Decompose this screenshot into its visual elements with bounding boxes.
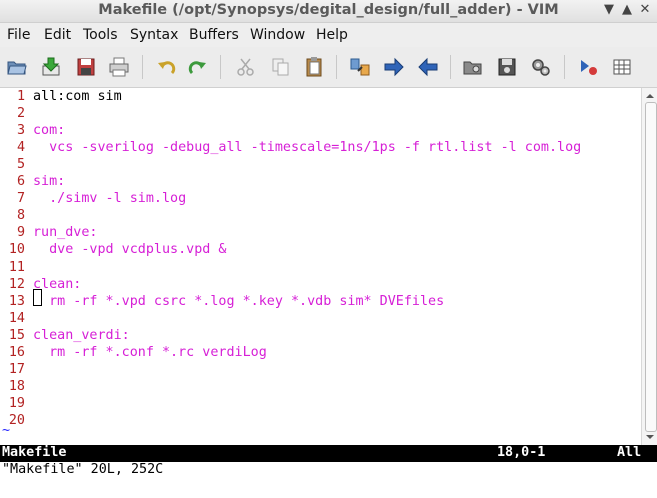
line-number: 2: [16, 106, 25, 122]
line-number: 12: [8, 276, 25, 292]
save-icon[interactable]: [75, 56, 97, 78]
save-download-icon[interactable]: [40, 56, 62, 78]
run-script-icon[interactable]: [577, 56, 599, 78]
line-text: clean_verdi:: [33, 327, 130, 343]
line-number: 10: [8, 242, 25, 258]
undo-icon[interactable]: [155, 56, 177, 78]
toolbar-separator: [564, 55, 565, 79]
command-line[interactable]: "Makefile" 20L, 252C: [0, 462, 657, 498]
status-filename: Makefile: [2, 445, 67, 460]
open-icon[interactable]: [6, 56, 28, 78]
print-icon[interactable]: [108, 56, 130, 78]
forward-arrow-icon[interactable]: [383, 56, 405, 78]
line-number: 4: [16, 140, 25, 156]
toolbar-separator: [450, 55, 451, 79]
menu-help[interactable]: Help: [316, 27, 348, 43]
line-text: vcs -sverilog -debug_all -timescale=1ns/…: [33, 140, 582, 156]
close-button[interactable]: ✕: [636, 1, 654, 19]
window-title: Makefile (/opt/Synopsys/degital_design/f…: [98, 2, 559, 18]
line-text: rm -rf *.vpd csrc *.log *.key *.vdb sim*…: [33, 293, 445, 309]
redo-icon[interactable]: [187, 56, 209, 78]
paste-icon[interactable]: [303, 56, 325, 78]
status-cursor-position: 18,0-1: [497, 445, 546, 460]
scroll-down-icon[interactable]: [642, 429, 657, 445]
menu-file[interactable]: File: [7, 27, 30, 43]
line-text: all:com sim: [33, 89, 122, 104]
scroll-thumb[interactable]: [645, 102, 657, 432]
vertical-scrollbar[interactable]: [641, 88, 657, 445]
line-number: 19: [8, 395, 25, 411]
empty-line-marker: ~: [2, 423, 11, 438]
line-number: 5: [16, 157, 25, 173]
status-scroll-position: All: [617, 445, 642, 460]
line-number: 11: [8, 259, 25, 275]
line-text: rm -rf *.conf *.rc verdiLog: [33, 344, 267, 360]
back-arrow-icon[interactable]: [417, 56, 439, 78]
menu-window[interactable]: Window: [250, 27, 305, 43]
line-number: 15: [8, 327, 25, 343]
line-number: 9: [16, 225, 25, 241]
session-load-icon[interactable]: [462, 56, 484, 78]
line-number: 6: [16, 174, 25, 190]
editor-area[interactable]: 1 all:com sim 2 3 com: 4 vcs -sverilog -debug…: [0, 88, 641, 444]
session-save-icon[interactable]: [496, 56, 518, 78]
line-number: 16: [8, 344, 25, 360]
line-number: 1: [16, 89, 25, 104]
toolbar-separator: [220, 55, 221, 79]
cut-icon[interactable]: [235, 56, 257, 78]
toolbar-separator: [142, 55, 143, 79]
line-number: 17: [8, 361, 25, 377]
menu-syntax[interactable]: Syntax: [130, 27, 178, 43]
line-text: sim:: [33, 174, 66, 190]
line-number: 18: [8, 378, 25, 394]
status-line: Makefile 18,0-1 All: [0, 445, 657, 462]
command-message: "Makefile" 20L, 252C: [2, 462, 164, 477]
menu-edit[interactable]: Edit: [44, 27, 71, 43]
make-icon[interactable]: [530, 56, 552, 78]
line-number: 7: [16, 191, 25, 207]
text-cursor: [33, 289, 42, 306]
line-number: 14: [8, 310, 25, 326]
line-number: 13: [8, 293, 25, 309]
title-bar: Makefile (/opt/Synopsys/degital_design/f…: [0, 0, 657, 23]
line-text: ./simv -l sim.log: [33, 191, 187, 207]
line-text: run_dve:: [33, 225, 98, 241]
menu-buffers[interactable]: Buffers: [189, 27, 239, 43]
maximize-button[interactable]: ▲: [618, 1, 636, 19]
line-text: dve -vpd vcdplus.vpd &: [33, 242, 227, 258]
minimize-button[interactable]: ▼: [600, 1, 618, 19]
line-text: com:: [33, 123, 66, 139]
copy-icon[interactable]: [270, 56, 292, 78]
menu-tools[interactable]: Tools: [83, 27, 118, 43]
line-number: 8: [16, 208, 25, 224]
line-number: 3: [16, 123, 25, 139]
table-icon[interactable]: [611, 56, 633, 78]
toolbar: [0, 47, 657, 88]
menu-bar: File Edit Tools Syntax Buffers Window He…: [0, 23, 657, 47]
find-replace-icon[interactable]: [349, 56, 371, 78]
toolbar-separator: [336, 55, 337, 79]
